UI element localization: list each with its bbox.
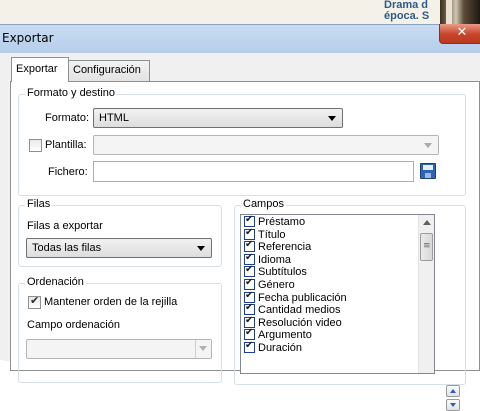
rows-export-select[interactable]: Todas las filas <box>26 238 212 258</box>
rows-export-label: Filas a exportar <box>27 220 103 232</box>
keep-grid-order-checkbox[interactable] <box>28 294 41 309</box>
scrollbar-thumb[interactable] <box>420 233 433 261</box>
save-file-button[interactable] <box>418 161 438 181</box>
sort-field-dropdown-button[interactable] <box>195 340 211 358</box>
close-button[interactable]: ✕ <box>439 24 480 44</box>
fields-list[interactable]: Préstamo Título Referencia Idioma Subtít… <box>240 214 435 374</box>
arrow-down-icon <box>450 403 456 407</box>
tab-configuracion[interactable]: Configuración <box>68 60 150 81</box>
sort-field-select[interactable] <box>26 339 212 359</box>
list-item[interactable]: Referencia <box>242 239 418 254</box>
list-item[interactable]: Cantidad medios <box>242 302 418 317</box>
format-label: Formato: <box>45 112 90 124</box>
sort-title: Ordenación <box>25 276 86 288</box>
field-checkbox[interactable] <box>244 215 255 227</box>
keep-grid-order-label: Mantener orden de la rejilla <box>44 296 178 308</box>
close-icon: ✕ <box>456 25 468 40</box>
move-field-up-button[interactable] <box>446 385 460 397</box>
field-checkbox[interactable] <box>244 227 255 240</box>
arrow-up-icon <box>450 389 456 393</box>
scroll-up-button[interactable] <box>419 215 434 231</box>
tab-exportar[interactable]: Exportar <box>11 57 69 82</box>
fields-list-scrollbar[interactable] <box>418 215 434 373</box>
template-checkbox[interactable] <box>29 139 42 152</box>
format-destination-title: Formato y destino <box>25 87 118 99</box>
fields-title: Campos <box>241 198 286 210</box>
field-checkbox[interactable] <box>244 302 255 316</box>
chevron-down-icon <box>328 116 336 121</box>
background-text-snippet: Drama d época. S <box>384 0 430 22</box>
format-select[interactable]: HTML <box>93 108 343 128</box>
list-item[interactable]: Idioma <box>242 252 418 267</box>
field-checkbox[interactable] <box>244 277 255 290</box>
format-select-value: HTML <box>99 112 129 124</box>
list-item[interactable]: Título <box>242 227 418 242</box>
export-dialog: Exportar ✕ Exportar Configuración Format… <box>0 24 480 411</box>
dialog-content: Exportar Configuración Formato y destino… <box>4 53 480 411</box>
list-item[interactable]: Argumento <box>242 327 418 342</box>
file-label: Fichero: <box>48 166 88 178</box>
template-label: Plantilla: <box>45 139 87 151</box>
window-title: Exportar <box>2 31 54 45</box>
field-checkbox[interactable] <box>244 340 255 353</box>
list-item[interactable]: Duración <box>242 340 418 355</box>
field-checkbox[interactable] <box>244 252 255 265</box>
list-item[interactable]: Género <box>242 277 418 292</box>
list-item[interactable]: Subtítulos <box>242 264 418 279</box>
list-item[interactable]: Fecha publicación <box>242 290 418 305</box>
chevron-up-icon <box>423 220 431 225</box>
background-window: Drama d época. S <box>0 0 480 26</box>
background-poster-thumbnail <box>440 0 480 26</box>
format-destination-group: Formato y destino Formato: HTML Plantill… <box>18 87 466 196</box>
move-field-down-button[interactable] <box>446 399 460 411</box>
sort-group: Ordenación Mantener orden de la rejilla … <box>18 276 222 383</box>
rows-export-value: Todas las filas <box>32 242 102 254</box>
fields-group: Campos Préstamo Título Referencia Idioma… <box>234 198 466 411</box>
rows-group: Filas Filas a exportar Todas las filas <box>18 198 222 267</box>
field-checkbox[interactable] <box>244 327 255 341</box>
rows-title: Filas <box>25 198 53 210</box>
list-item[interactable]: Resolución video <box>242 315 418 330</box>
file-input[interactable] <box>93 161 414 182</box>
field-checkbox[interactable] <box>244 315 255 328</box>
field-checkbox[interactable] <box>244 264 255 278</box>
title-bar[interactable]: Exportar ✕ <box>0 24 480 53</box>
tab-panel-exportar: Formato y destino Formato: HTML Plantill… <box>10 81 480 411</box>
chevron-down-icon <box>424 143 432 148</box>
chevron-down-icon <box>197 246 205 251</box>
template-select[interactable] <box>93 135 439 155</box>
chevron-down-icon <box>199 346 207 351</box>
floppy-disk-icon <box>420 163 436 179</box>
list-item[interactable]: Préstamo <box>242 215 418 229</box>
field-checkbox[interactable] <box>244 290 255 303</box>
sort-field-label: Campo ordenación <box>27 319 120 331</box>
field-checkbox[interactable] <box>244 239 255 253</box>
fields-list-items: Préstamo Título Referencia Idioma Subtít… <box>242 215 418 355</box>
